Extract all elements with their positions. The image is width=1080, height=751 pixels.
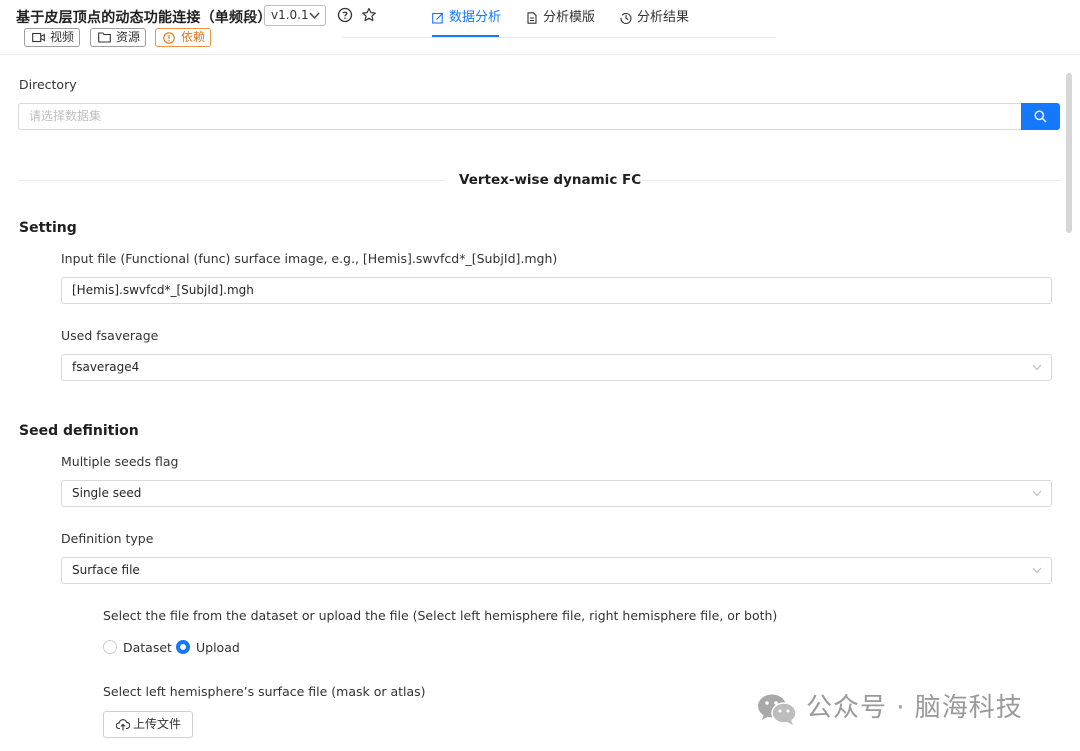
- search-button[interactable]: [1021, 103, 1060, 130]
- version-value: v1.0.1: [271, 8, 309, 22]
- fsaverage-select[interactable]: fsaverage4: [61, 354, 1052, 381]
- form-title: Vertex-wise dynamic FC: [459, 172, 642, 188]
- version-select[interactable]: v1.0.1: [264, 5, 326, 26]
- divider-right: [635, 180, 1060, 181]
- main-tabs: 数据分析 分析模版 分析结果: [342, 0, 776, 38]
- search-icon: [1034, 110, 1047, 123]
- video-label: 视频: [50, 30, 75, 44]
- file-source-label: Select the file from the dataset or uplo…: [103, 608, 778, 623]
- radio-upload-label: Upload: [196, 640, 240, 655]
- scrollbar-thumb[interactable]: [1066, 73, 1072, 233]
- tab-label: 分析模版: [543, 10, 596, 25]
- seed-title: Seed definition: [19, 423, 139, 439]
- active-tab-indicator: [432, 35, 499, 37]
- tab-data-analysis[interactable]: 数据分析: [432, 9, 501, 27]
- multiple-seeds-value: Single seed: [72, 486, 142, 500]
- multiple-seeds-select[interactable]: Single seed: [61, 480, 1052, 507]
- definition-type-value: Surface file: [72, 563, 140, 577]
- dataset-search-input[interactable]: 请选择数据集: [18, 103, 1022, 130]
- input-file-label: Input file (Functional (func) surface im…: [61, 251, 558, 266]
- app-header: 基于皮层顶点的动态功能连接（单频段） v1.0.1 视频 资源 依赖 数据分析 …: [0, 0, 1080, 55]
- resource-button[interactable]: 资源: [90, 28, 146, 47]
- file-icon: [527, 12, 537, 24]
- page-title: 基于皮层顶点的动态功能连接（单频段）: [16, 10, 272, 26]
- definition-type-select[interactable]: Surface file: [61, 557, 1052, 584]
- left-hemisphere-label: Select left hemisphere’s surface file (m…: [103, 684, 426, 699]
- upload-file-label: 上传文件: [133, 717, 182, 731]
- fsaverage-label: Used fsaverage: [61, 328, 159, 343]
- tab-results[interactable]: 分析结果: [620, 9, 689, 27]
- directory-label: Directory: [19, 77, 77, 92]
- video-icon: [32, 32, 45, 43]
- dependency-button[interactable]: 依赖: [155, 28, 211, 47]
- cloud-upload-icon: [116, 719, 130, 731]
- chevron-down-icon: [1032, 567, 1042, 574]
- radio-upload[interactable]: [176, 640, 190, 654]
- edit-icon: [432, 12, 444, 24]
- multiple-seeds-label: Multiple seeds flag: [61, 454, 179, 469]
- radio-dataset[interactable]: [103, 640, 117, 654]
- tab-label: 数据分析: [449, 10, 502, 25]
- watermark-text: 公众号 · 脑海科技: [806, 693, 1023, 723]
- setting-title: Setting: [19, 220, 77, 236]
- warning-circle-icon: [163, 32, 175, 44]
- dependency-label: 依赖: [181, 30, 206, 44]
- wechat-icon: [758, 694, 797, 725]
- divider-left: [18, 180, 445, 181]
- watermark: 公众号 · 脑海科技: [756, 688, 1023, 728]
- resource-label: 资源: [116, 30, 141, 44]
- folder-icon: [98, 32, 111, 43]
- history-icon: [620, 12, 632, 24]
- tab-templates[interactable]: 分析模版: [526, 9, 595, 27]
- upload-file-button[interactable]: 上传文件: [103, 711, 193, 738]
- chevron-down-icon: [309, 12, 320, 20]
- definition-type-label: Definition type: [61, 531, 154, 546]
- radio-dataset-label: Dataset: [123, 640, 172, 655]
- chevron-down-icon: [1032, 490, 1042, 497]
- input-file-field[interactable]: [Hemis].swvfcd*_[SubjId].mgh: [61, 277, 1052, 304]
- fsaverage-value: fsaverage4: [72, 360, 140, 374]
- video-button[interactable]: 视频: [24, 28, 80, 47]
- chevron-down-icon: [1032, 364, 1042, 371]
- tab-label: 分析结果: [637, 10, 690, 25]
